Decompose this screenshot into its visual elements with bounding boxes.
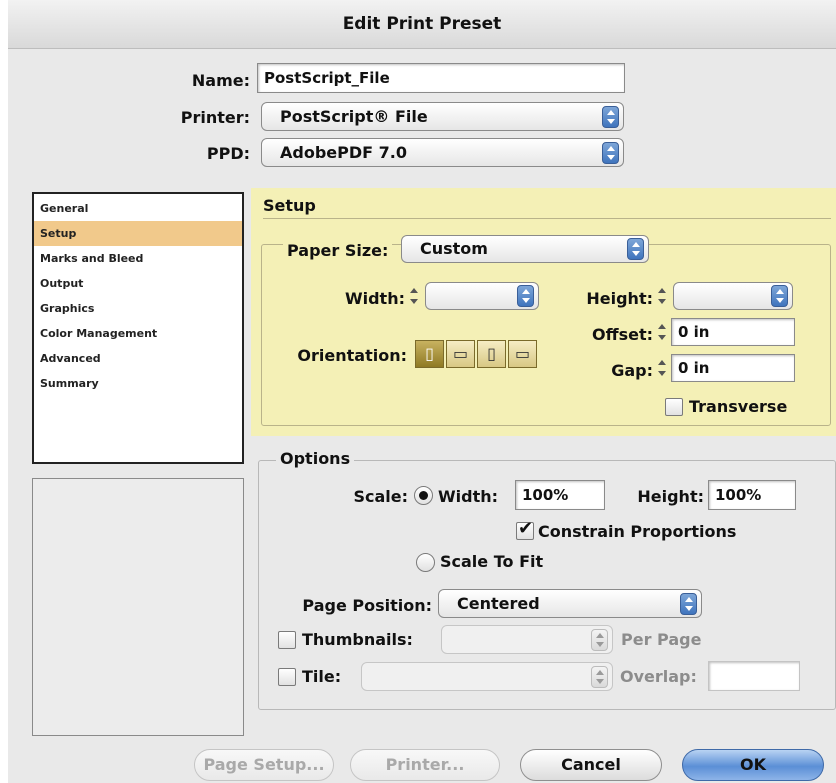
offset-stepper-icon[interactable] [655, 322, 669, 342]
scale-width-label: Width: [438, 487, 499, 506]
popup-arrows-icon [627, 238, 644, 260]
sidebar-item-output[interactable]: Output [34, 271, 242, 296]
category-list[interactable]: General Setup Marks and Bleed Output Gra… [32, 192, 244, 464]
preview-pane [32, 478, 244, 736]
sidebar-item-advanced[interactable]: Advanced [34, 346, 242, 371]
popup-arrows-icon [602, 105, 619, 128]
popup-arrows-icon [517, 285, 534, 307]
cancel-button[interactable]: Cancel [520, 749, 662, 781]
orientation-label: Orientation: [297, 346, 407, 365]
gap-stepper-icon[interactable] [655, 358, 669, 378]
page-position-value: Centered [457, 594, 540, 613]
ok-button[interactable]: OK [682, 749, 824, 781]
edit-print-preset-dialog: Edit Print Preset Name: PostScript_File … [8, 0, 836, 783]
height-stepper-icon[interactable] [655, 286, 669, 306]
printer-button[interactable]: Printer... [350, 749, 500, 781]
gap-field[interactable]: 0 in [671, 354, 795, 382]
height-combo[interactable] [673, 282, 793, 310]
thumbnails-checkbox[interactable] [278, 631, 296, 649]
popup-arrows-icon [591, 665, 608, 688]
scale-height-field[interactable]: 100% [708, 480, 796, 510]
popup-arrows-icon [771, 285, 788, 307]
offset-field[interactable]: 0 in [671, 318, 795, 346]
width-stepper-icon[interactable] [407, 286, 421, 306]
scale-to-fit-radio[interactable] [416, 553, 435, 572]
page-position-popup[interactable]: Centered [438, 589, 702, 618]
overlap-label: Overlap: [620, 667, 697, 686]
paper-size-popup[interactable]: Custom [401, 235, 649, 263]
gap-label: Gap: [611, 361, 653, 380]
transverse-label: Transverse [689, 397, 788, 416]
scale-height-label: Height: [637, 487, 704, 506]
scale-to-fit-label: Scale To Fit [440, 552, 544, 571]
width-label: Width: [344, 289, 405, 308]
ppd-popup[interactable]: AdobePDF 7.0 [261, 138, 624, 167]
popup-arrows-icon [591, 628, 608, 651]
height-label: Height: [586, 289, 653, 308]
tile-popup[interactable] [361, 662, 613, 691]
options-title: Options [276, 449, 355, 468]
sidebar-item-marks-and-bleed[interactable]: Marks and Bleed [34, 246, 242, 271]
constrain-proportions-label: Constrain Proportions [538, 522, 737, 541]
scale-width-field[interactable]: 100% [515, 480, 605, 510]
tile-checkbox[interactable] [278, 668, 296, 686]
popup-arrows-icon [680, 592, 697, 615]
reverse-landscape-icon[interactable]: ▭ [508, 340, 537, 368]
transverse-checkbox[interactable] [665, 398, 683, 416]
landscape-icon[interactable]: ▭ [446, 340, 475, 368]
thumbnails-label: Thumbnails: [302, 630, 413, 649]
sidebar-item-setup[interactable]: Setup [34, 221, 242, 246]
name-field[interactable]: PostScript_File [257, 63, 625, 93]
setup-section: Setup Paper Size: Custom Width: Height: … [251, 188, 836, 436]
ppd-popup-value: AdobePDF 7.0 [280, 143, 407, 162]
reverse-portrait-icon[interactable]: ▯ [477, 340, 506, 368]
page-setup-button[interactable]: Page Setup... [194, 749, 334, 781]
thumbnails-popup[interactable] [441, 625, 613, 654]
paper-size-value: Custom [420, 239, 488, 258]
printer-popup[interactable]: PostScript® File [261, 102, 624, 131]
sidebar-item-general[interactable]: General [34, 196, 242, 221]
dialog-title: Edit Print Preset [8, 0, 836, 49]
printer-popup-value: PostScript® File [280, 107, 428, 126]
category-items: General Setup Marks and Bleed Output Gra… [34, 194, 242, 396]
scale-width-radio[interactable] [414, 486, 433, 505]
sidebar-item-graphics[interactable]: Graphics [34, 296, 242, 321]
ppd-label: PPD: [206, 144, 250, 163]
page-position-label: Page Position: [302, 596, 432, 615]
sidebar-item-color-management[interactable]: Color Management [34, 321, 242, 346]
offset-label: Offset: [592, 325, 653, 344]
tile-label: Tile: [302, 667, 342, 686]
portrait-icon[interactable]: ▯ [415, 340, 444, 368]
sidebar-item-summary[interactable]: Summary [34, 371, 242, 396]
width-combo[interactable] [425, 282, 539, 310]
paper-size-label: Paper Size: [283, 241, 393, 260]
popup-arrows-icon [602, 141, 619, 164]
constrain-proportions-checkbox[interactable] [516, 518, 534, 540]
overlap-field[interactable] [708, 661, 800, 691]
per-page-label: Per Page [621, 630, 702, 649]
setup-title: Setup [263, 196, 316, 215]
printer-label: Printer: [180, 108, 250, 127]
setup-divider [263, 218, 831, 219]
name-label: Name: [191, 71, 250, 90]
scale-label: Scale: [353, 487, 408, 506]
